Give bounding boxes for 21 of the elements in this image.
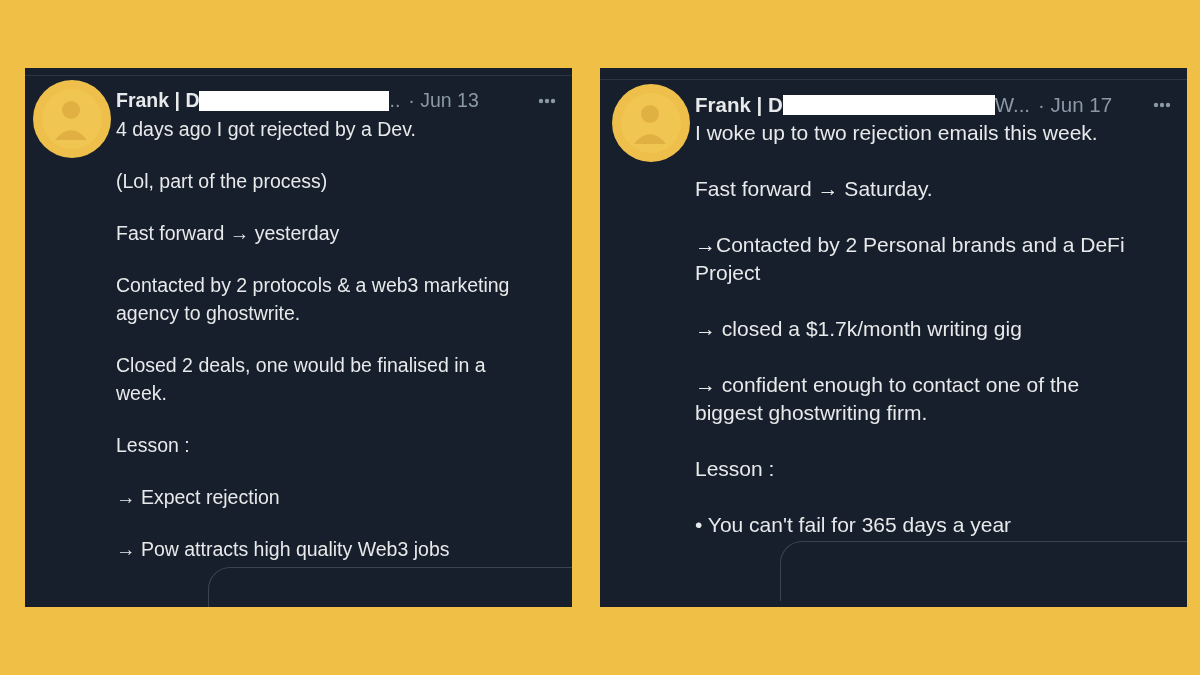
post-paragraph: 4 days ago I got rejected by a Dev.	[116, 117, 417, 142]
post-paragraph: → Expect rejection	[116, 485, 281, 510]
post-paragraph: Fast forward → Saturday.	[695, 176, 934, 202]
post-paragraph: (Lol, part of the process)	[116, 169, 329, 194]
post-paragraph: • You can't fail for 365 days a year	[695, 512, 1013, 538]
post-paragraph: Lesson :	[695, 456, 776, 482]
post-paragraph: Lesson :	[116, 433, 191, 458]
post-paragraph: Fast forward → yesterday	[116, 221, 341, 246]
post-paragraph: Contacted by 2 protocols & a web3 marketing agency to ghostwrite.	[116, 273, 511, 326]
post-paragraph: →Contacted by 2 Personal brands and a DeFi Project	[695, 232, 1126, 286]
author-name[interactable]: Frank | D	[695, 89, 783, 121]
post-paragraph: → closed a $1.7k/month writing gig	[695, 316, 1023, 342]
post-paragraph: → confident enough to contact one of the biggest ghostwriting firm.	[695, 372, 1081, 426]
post-paragraph: Closed 2 deals, one would be finalised in a week.	[116, 353, 487, 406]
author-name[interactable]: Frank | D	[116, 86, 200, 116]
post-date[interactable]: · Jun 17	[1038, 89, 1113, 121]
post-date[interactable]: · Jun 13	[408, 86, 479, 116]
post-paragraph: → Pow attracts high quality Web3 jobs	[116, 537, 451, 562]
handle-text: W...	[994, 91, 1031, 118]
post-paragraph: I woke up to two rejection emails this week.	[695, 120, 1099, 146]
handle-text: ..	[389, 88, 401, 114]
